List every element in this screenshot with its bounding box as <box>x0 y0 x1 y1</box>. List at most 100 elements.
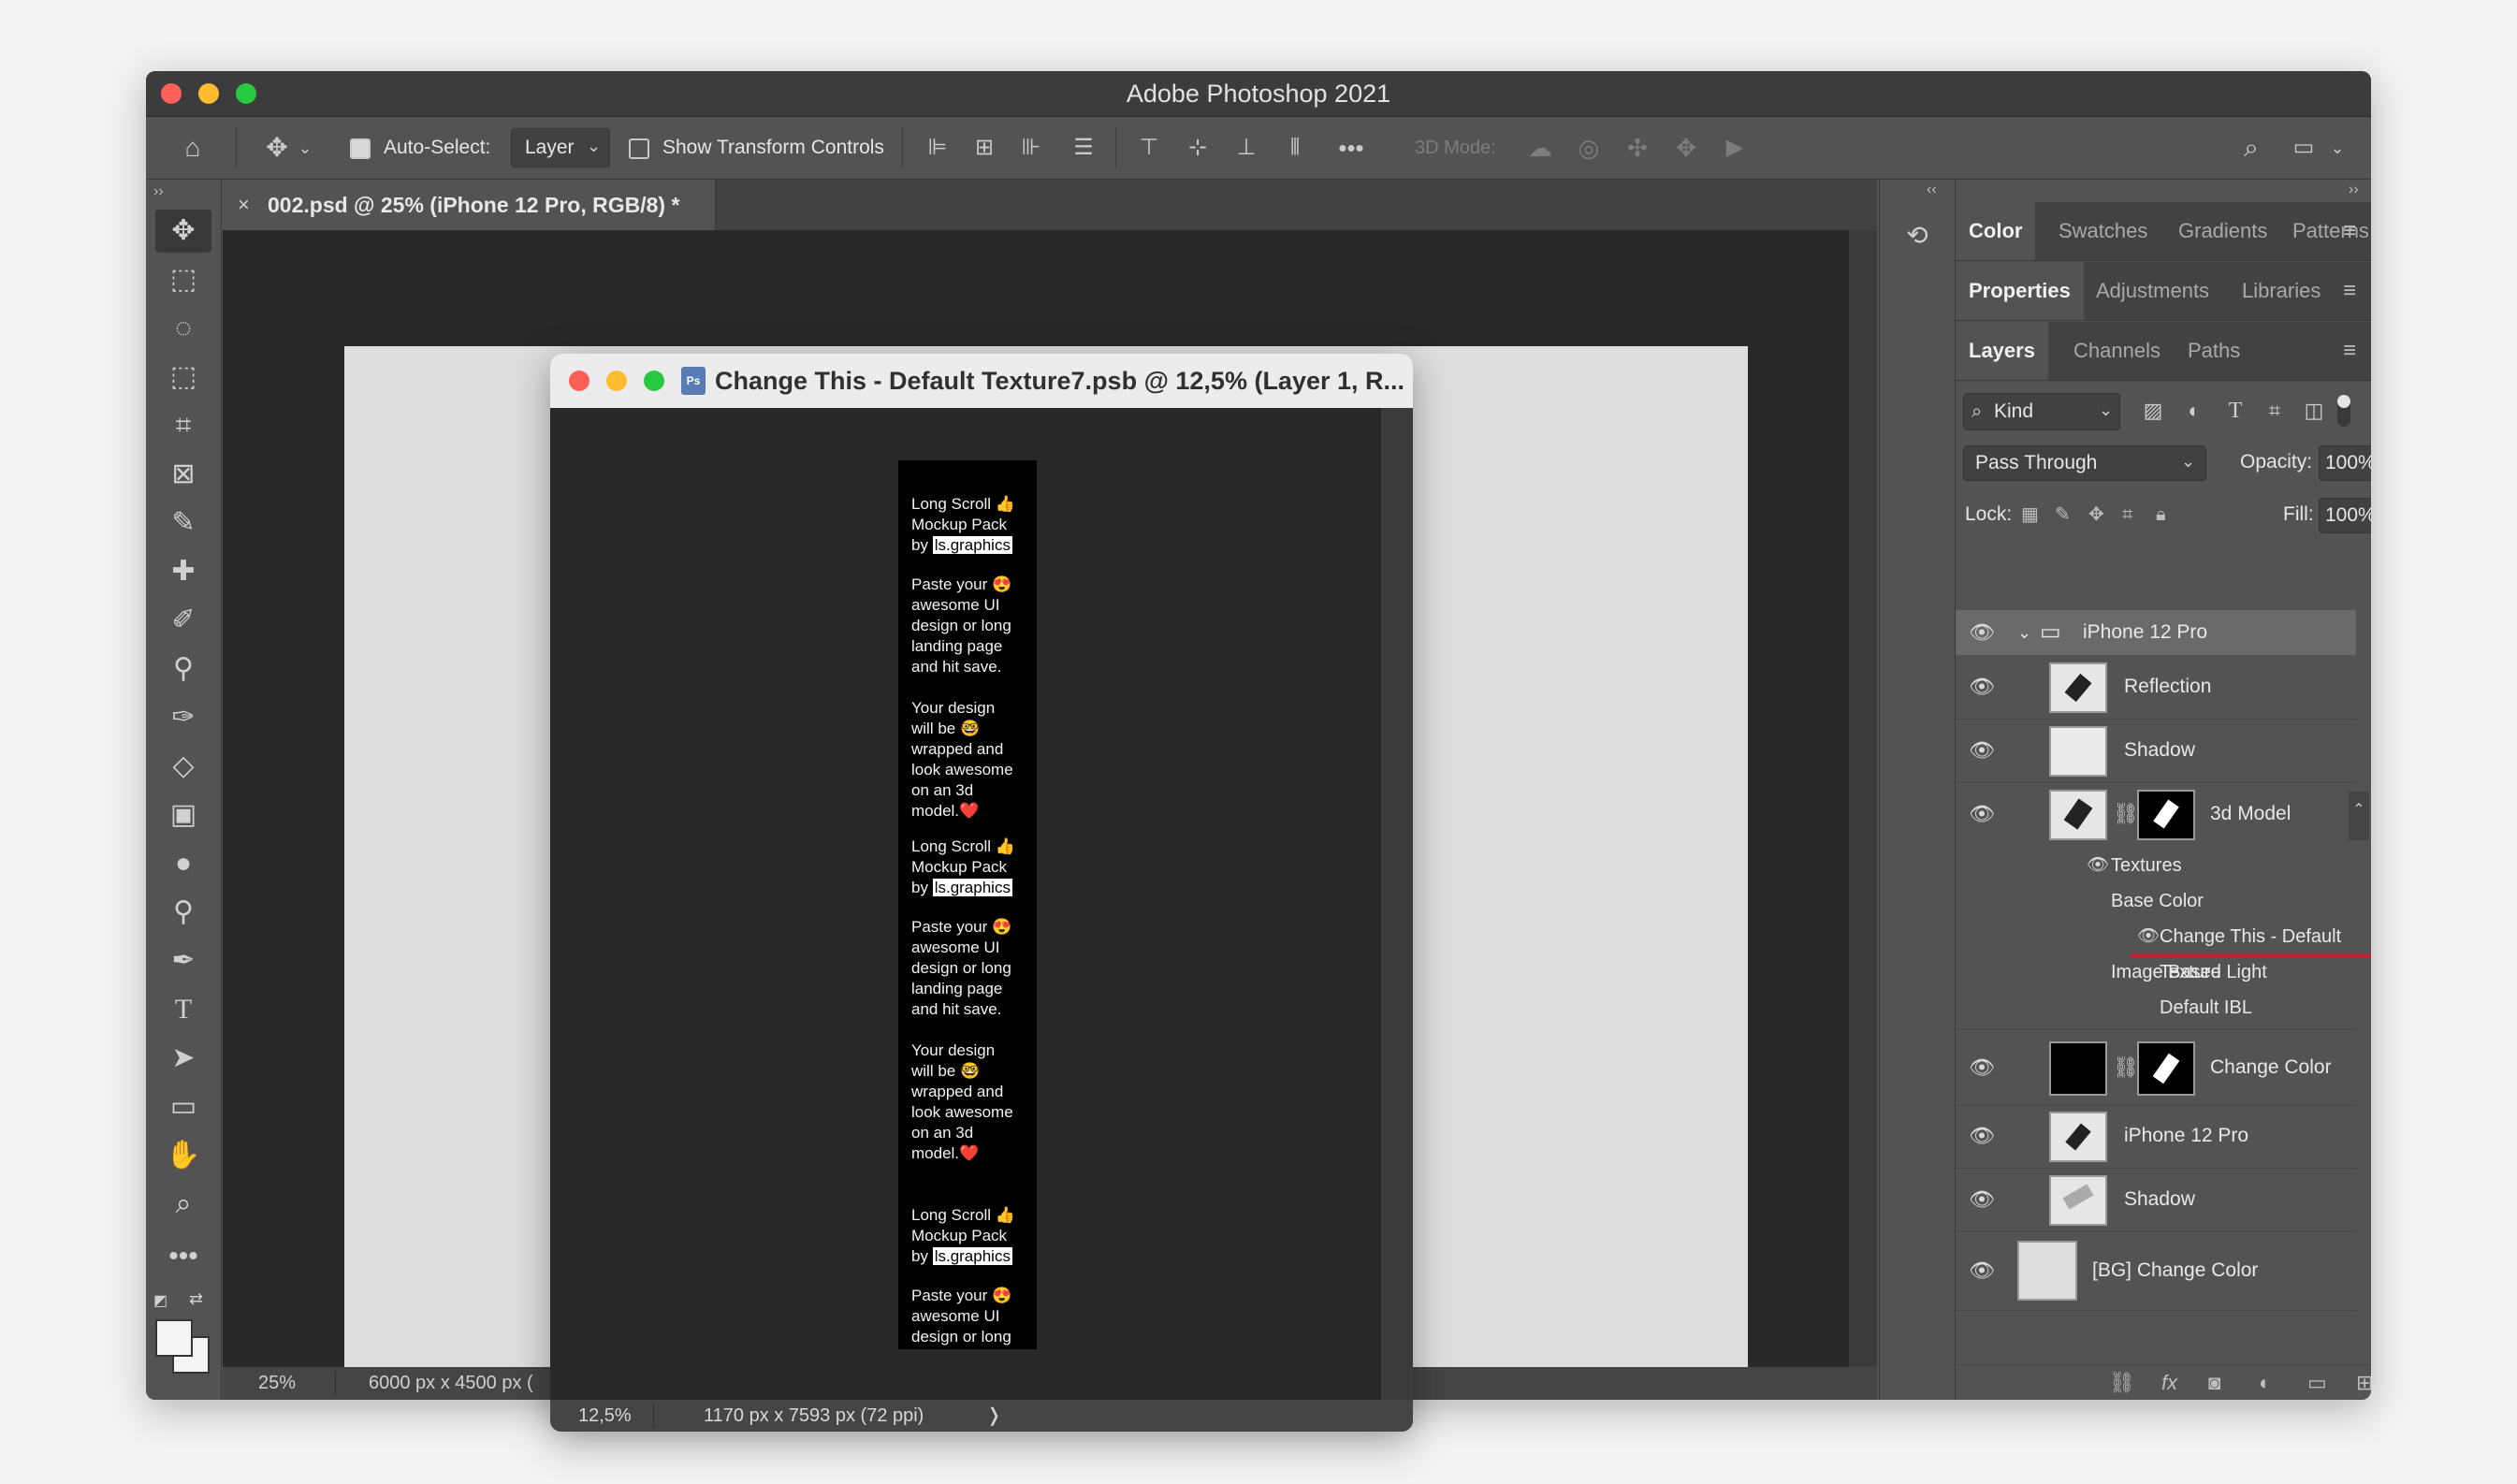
tab-adjustments[interactable]: Adjustments <box>2096 262 2209 320</box>
distribute-vertical-icon[interactable]: ⫴ <box>1274 117 1316 179</box>
eye-icon[interactable]: 👁︎ <box>1969 1168 1995 1231</box>
more-tools-icon[interactable]: ••• <box>155 1235 211 1278</box>
align-center-icon[interactable]: ⊞ <box>964 117 1005 179</box>
panel-menu-icon[interactable]: ≡ <box>2343 262 2356 320</box>
layer-filter-dropdown[interactable]: ⌕ Kind ⌄ <box>1963 393 2120 430</box>
eye-icon[interactable]: 👁︎ <box>1969 1231 1995 1310</box>
panel-menu-icon[interactable]: ≡ <box>2343 202 2356 260</box>
link-layers-icon[interactable]: ⛓︎ <box>2109 1365 2135 1400</box>
dodge-tool-icon[interactable]: ⚲ <box>155 891 211 934</box>
object-select-icon[interactable]: ⬚ <box>155 356 211 399</box>
tab-layers[interactable]: Layers <box>1956 322 2048 380</box>
stamp-tool-icon[interactable]: ⚲ <box>155 647 211 691</box>
more-options-icon[interactable]: ••• <box>1331 117 1372 179</box>
auto-select-checkbox[interactable] <box>350 138 371 159</box>
default-colors-icon[interactable]: ◩ <box>153 1291 167 1310</box>
vertical-scrollbar[interactable] <box>1381 408 1413 1400</box>
eye-icon[interactable]: 👁︎ <box>1969 1104 1995 1168</box>
close-window-button[interactable] <box>569 371 589 391</box>
layer-row[interactable]: 👁︎ ⛓︎ Change Color <box>1956 1029 2356 1106</box>
eye-icon[interactable]: 👁︎ <box>1969 655 1995 719</box>
move-tool-icon[interactable]: ✥ <box>258 117 296 179</box>
align-right-icon[interactable]: ⊪ <box>1011 117 1052 179</box>
layer-row[interactable]: 👁︎ Reflection <box>1956 655 2356 720</box>
layer-row[interactable]: 👁︎ Shadow <box>1956 719 2356 783</box>
eye-icon[interactable]: 👁︎ <box>2137 919 2160 954</box>
textures-label[interactable]: Textures <box>2111 848 2182 883</box>
pen-tool-icon[interactable]: ✒ <box>155 939 211 982</box>
auto-select-dropdown[interactable]: Layer ⌄ <box>511 128 610 167</box>
chevron-down-icon[interactable]: ⌄ <box>2326 117 2349 179</box>
marquee-tool-icon[interactable]: ⬚ <box>155 258 211 301</box>
close-tab-icon[interactable]: × <box>238 180 250 230</box>
tab-paths[interactable]: Paths <box>2188 322 2240 380</box>
maximize-window-button[interactable] <box>644 371 664 391</box>
layer-row[interactable]: 👁︎ ⛓︎ 3d Model ⌃ <box>1956 782 2369 846</box>
zoom-level[interactable]: 25% <box>258 1367 296 1400</box>
hand-tool-icon[interactable]: ✋ <box>155 1134 211 1177</box>
history-brush-icon[interactable]: ✑ <box>155 696 211 739</box>
vertical-scrollbar[interactable] <box>1849 230 1877 1367</box>
path-select-icon[interactable]: ➤ <box>155 1037 211 1080</box>
layer-mask-thumbnail[interactable] <box>2137 1041 2195 1096</box>
collapse-dock-icon[interactable]: ‹‹ <box>1927 182 1937 198</box>
eye-icon[interactable]: 👁︎ <box>1969 719 1995 782</box>
zoom-tool-icon[interactable]: ⌕ <box>155 1183 211 1226</box>
filter-adjustment-icon[interactable]: ◐ <box>2180 393 2208 429</box>
align-bottom-icon[interactable]: ⊥ <box>1226 117 1267 179</box>
foreground-color-swatch[interactable] <box>155 1319 193 1357</box>
base-color-label[interactable]: Base Color <box>2111 883 2204 919</box>
brush-tool-icon[interactable]: ✐ <box>155 599 211 642</box>
minimize-window-button[interactable] <box>606 371 627 391</box>
eraser-icon[interactable]: ◇ <box>155 745 211 788</box>
lock-position-icon[interactable]: ✥ <box>2088 498 2104 531</box>
add-mask-icon[interactable]: ◙ <box>2208 1365 2220 1400</box>
drag-3d-icon[interactable]: ✣ <box>1619 117 1656 179</box>
layer-row[interactable]: 👁︎ Shadow <box>1956 1168 2356 1232</box>
align-middle-icon[interactable]: ⊹ <box>1177 117 1218 179</box>
move-tool-icon[interactable]: ✥ <box>155 210 211 253</box>
layer-group-row[interactable]: 👁︎ ⌄ ▭ iPhone 12 Pro <box>1956 610 2356 655</box>
eye-icon[interactable]: 👁︎ <box>1969 1030 1995 1105</box>
lock-all-icon[interactable]: 🔒︎ <box>2156 498 2166 531</box>
lock-transparent-icon[interactable]: ▦ <box>2021 498 2039 531</box>
lasso-tool-icon[interactable]: ◌ <box>155 307 211 350</box>
crop-tool-icon[interactable]: ⌗ <box>155 404 211 447</box>
lock-artboard-icon[interactable]: ⌗ <box>2122 498 2132 531</box>
workspace-icon[interactable]: ▭ <box>2285 117 2322 179</box>
zoom-level[interactable]: 12,5% <box>578 1400 632 1432</box>
frame-tool-icon[interactable]: ⊠ <box>155 453 211 496</box>
search-icon[interactable]: ⌕ <box>2233 117 2270 179</box>
rectangle-tool-icon[interactable]: ▭ <box>155 1085 211 1128</box>
collapse-effects-icon[interactable]: ⌃ <box>2349 792 2369 840</box>
tab-patterns[interactable]: Patterns <box>2292 202 2369 260</box>
default-ibl-label[interactable]: Default IBL <box>2160 990 2252 1026</box>
filter-toggle[interactable] <box>2337 395 2350 427</box>
tab-gradients[interactable]: Gradients <box>2178 202 2267 260</box>
type-tool-icon[interactable]: T <box>155 988 211 1031</box>
collapse-panels-icon[interactable]: ›› <box>2349 182 2359 198</box>
layer-row[interactable]: 👁︎ [BG] Change Color <box>1956 1231 2356 1311</box>
healing-brush-icon[interactable]: ✚ <box>155 550 211 593</box>
align-top-icon[interactable]: ⊤ <box>1128 117 1170 179</box>
layer-mask-thumbnail[interactable] <box>2137 790 2195 840</box>
chevron-down-icon[interactable]: ⌄ <box>296 117 314 179</box>
new-group-icon[interactable]: ▭ <box>2307 1365 2327 1400</box>
link-icon[interactable]: ⛓︎ <box>2113 782 2139 846</box>
new-layer-icon[interactable]: ⊞ <box>2356 1365 2371 1400</box>
lock-image-icon[interactable]: ✎ <box>2055 498 2071 531</box>
ibl-label[interactable]: Image Based Light <box>2111 954 2267 990</box>
distribute-icon[interactable]: ☰ <box>1063 117 1104 179</box>
layer-row[interactable]: 👁︎ iPhone 12 Pro <box>1956 1104 2356 1169</box>
slide-3d-icon[interactable]: ✥ <box>1667 117 1705 179</box>
swap-colors-icon[interactable]: ⇄ <box>189 1289 203 1309</box>
tab-channels[interactable]: Channels <box>2073 322 2161 380</box>
fill-field[interactable]: 100% <box>2319 498 2371 533</box>
tab-libraries[interactable]: Libraries <box>2242 262 2321 320</box>
filter-pixel-icon[interactable]: ▨ <box>2139 393 2167 429</box>
filter-shape-icon[interactable]: ⌗ <box>2261 393 2289 429</box>
fx-icon[interactable]: fx <box>2161 1365 2177 1400</box>
blur-tool-icon[interactable]: ● <box>155 842 211 885</box>
align-left-icon[interactable]: ⊫ <box>917 117 958 179</box>
adjustment-layer-icon[interactable]: ◐ <box>2259 1365 2271 1400</box>
